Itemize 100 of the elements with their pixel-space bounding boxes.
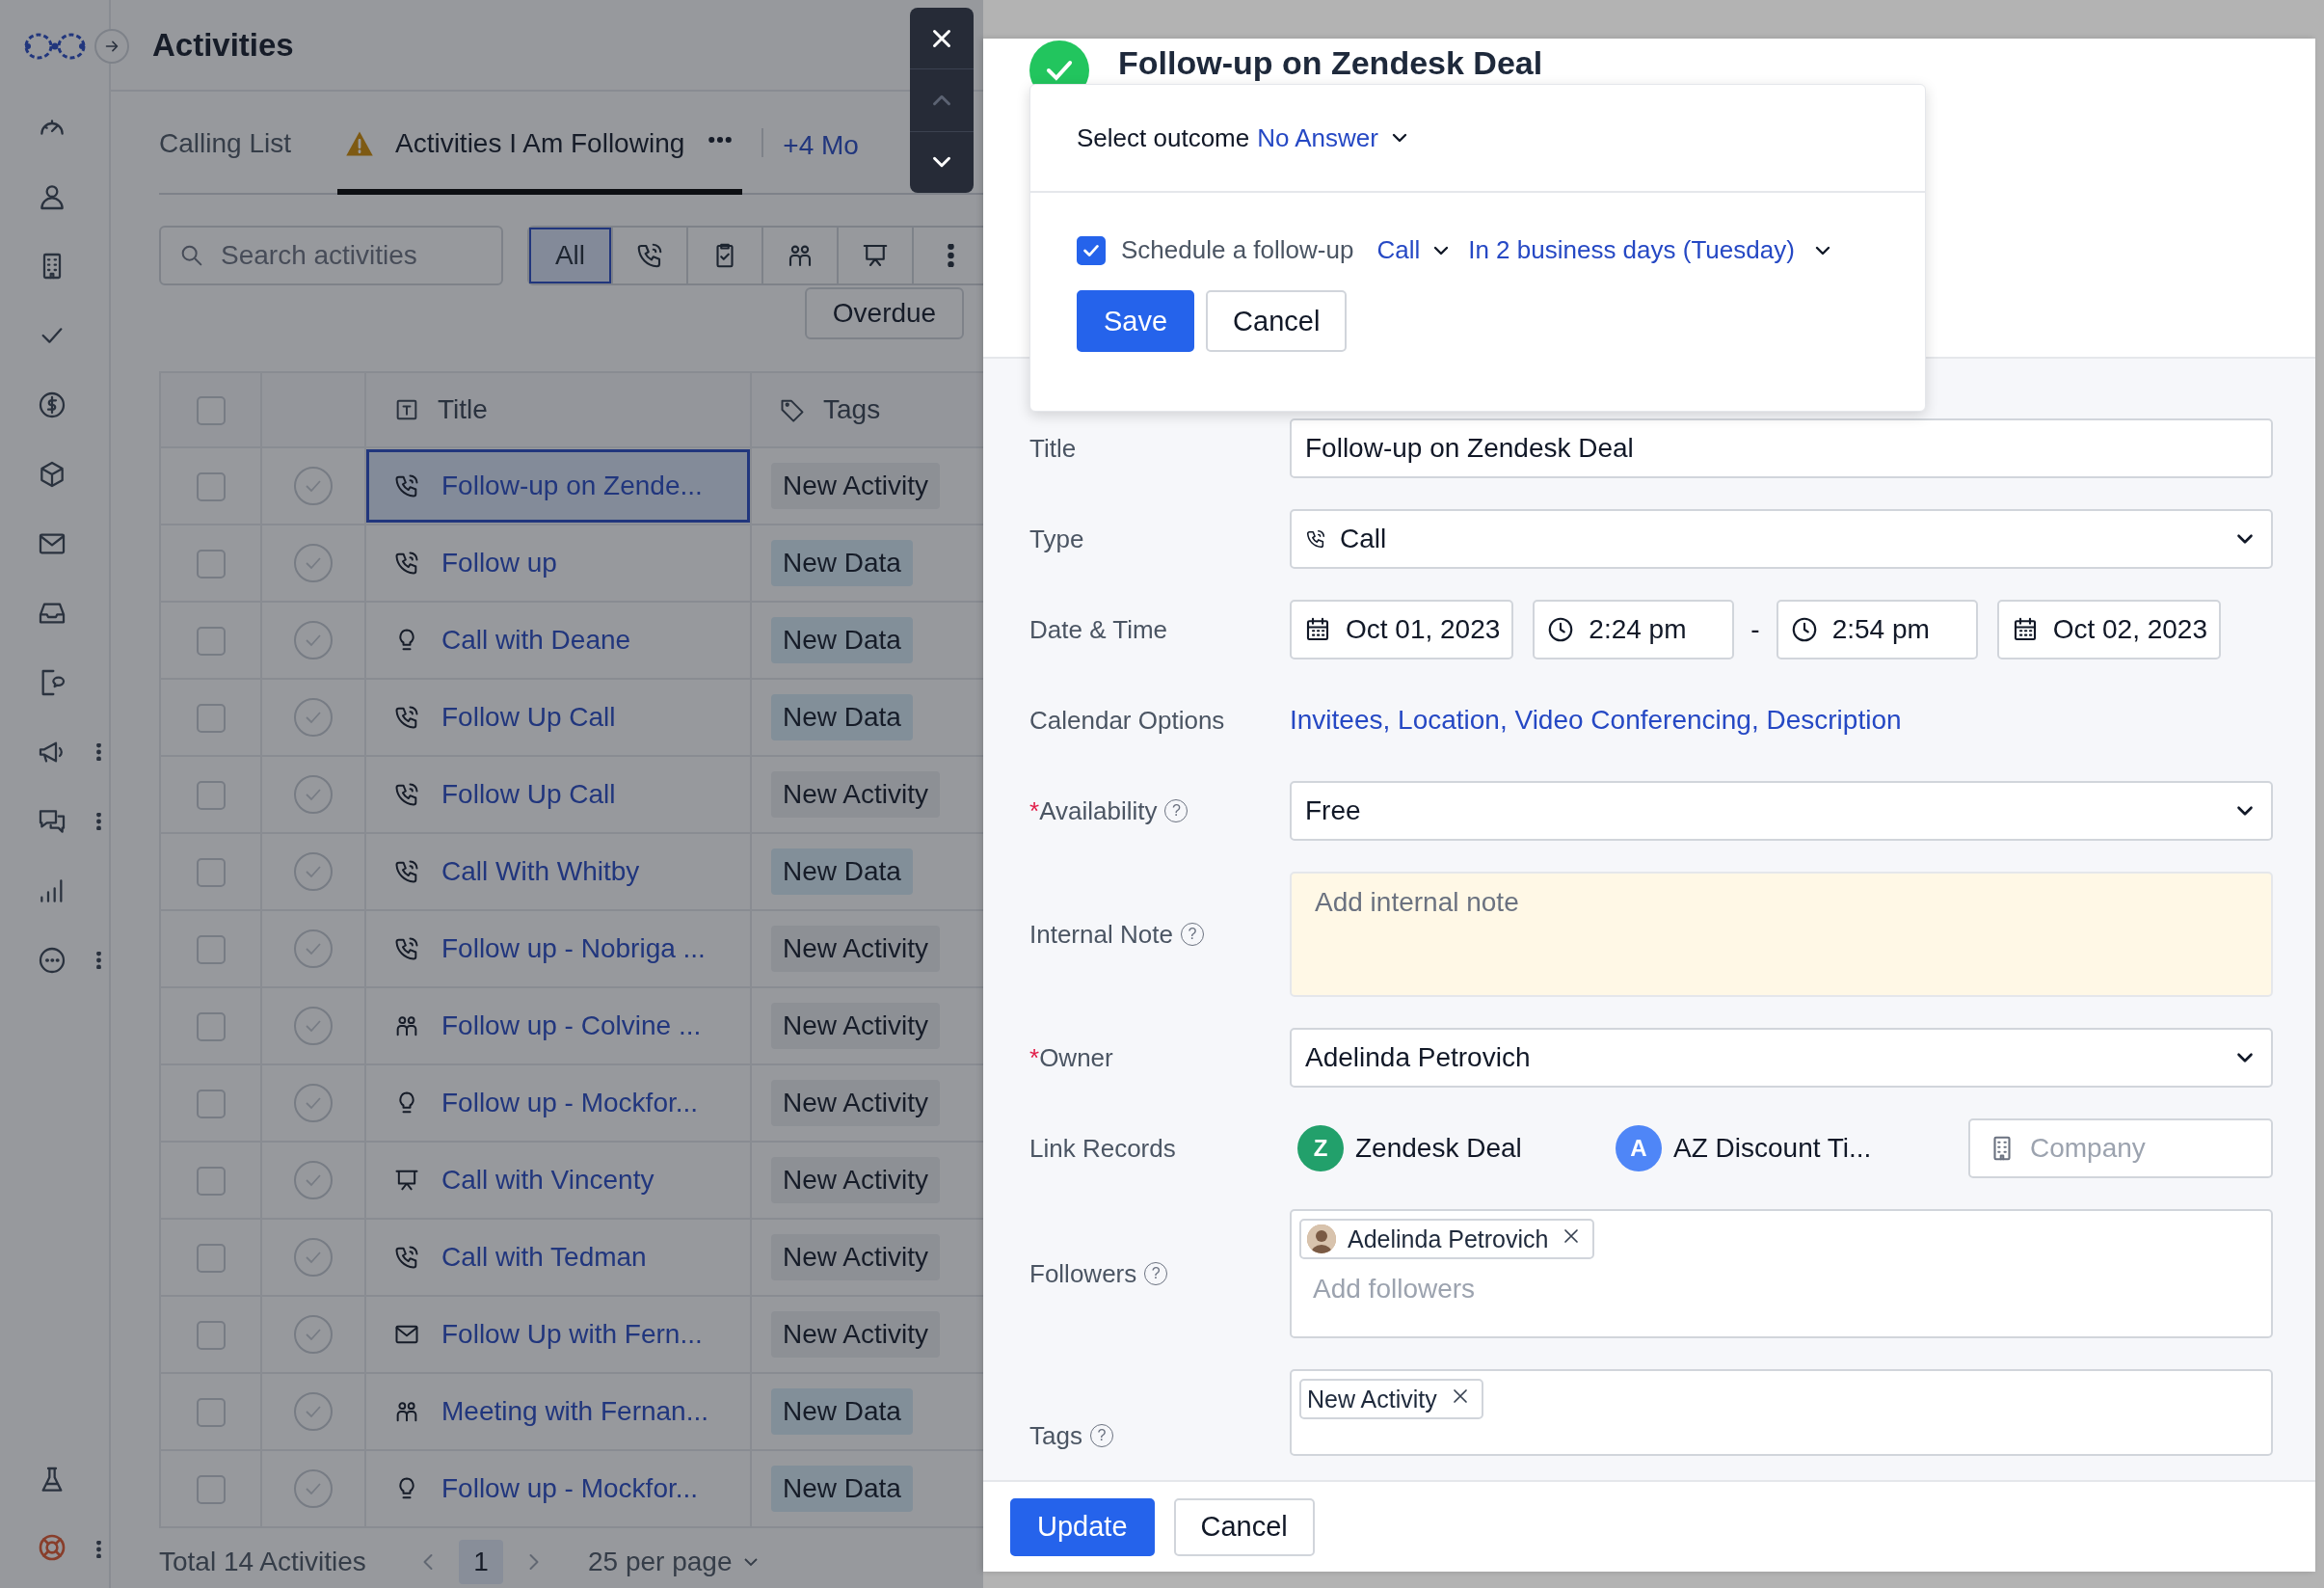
select-field[interactable]: Free [1290,781,2273,841]
complete-toggle[interactable] [294,1007,333,1045]
lifebuoy-icon[interactable] [37,1532,67,1563]
select-field[interactable]: Call [1290,509,2273,569]
tag: New Data [771,848,913,895]
tag-chip[interactable]: New Activity [1299,1379,1483,1419]
follow-up-type-select[interactable]: Call [1376,235,1454,265]
complete-toggle[interactable] [294,1238,333,1277]
overdue-button[interactable]: Overdue [805,287,964,339]
checkbox[interactable] [196,1012,226,1042]
complete-toggle[interactable] [294,852,333,891]
complete-toggle[interactable] [294,467,333,505]
complete-toggle[interactable] [294,1161,333,1199]
tag: New Activity [771,1157,940,1203]
complete-toggle[interactable] [294,1084,333,1122]
checkbox[interactable] [196,1321,226,1351]
title-cell[interactable]: Call with Vincenty [366,1144,750,1217]
save-button[interactable]: Save [1077,290,1195,352]
tag: New Activity [771,1003,940,1049]
kebab-icon[interactable] [96,952,101,969]
company-field[interactable]: Company [1968,1118,2273,1178]
tags-field[interactable]: New Activity [1290,1369,2273,1456]
record-link[interactable]: Zendesk Deal [1355,1133,1522,1164]
title-cell[interactable]: Call with Tedman [366,1221,750,1294]
page-size-select[interactable]: 25 per page [588,1547,763,1577]
title-cell[interactable]: Follow up [366,526,750,600]
select-field[interactable]: Adelinda Petrovich [1290,1028,2273,1088]
note-field[interactable]: Add internal note [1290,872,2273,997]
title-cell[interactable]: Follow Up with Fern... [366,1298,750,1371]
followers-field[interactable]: Adelinda Petrovich Add followers [1290,1209,2273,1338]
title-cell[interactable]: Call With Whitby [366,835,750,908]
complete-toggle[interactable] [294,698,333,737]
update-button[interactable]: Update [1010,1497,1155,1556]
add-followers-input[interactable]: Add followers [1299,1273,2263,1305]
checkbox[interactable] [196,704,226,734]
search-field[interactable]: Search activities [159,226,503,285]
complete-toggle[interactable] [294,1315,333,1354]
cancel-button[interactable]: Cancel [1206,290,1348,352]
checkbox[interactable] [196,1090,226,1119]
phone-icon [393,472,420,499]
title-cell[interactable]: Follow-up on Zende... [366,449,750,523]
tab[interactable]: Activities I Am Following [336,92,743,195]
column-header[interactable]: Tags [823,394,881,425]
record-link[interactable]: AZ Discount Ti... [1673,1133,1872,1164]
title-cell[interactable]: Follow up - Mockfor... [366,1452,750,1525]
checkbox[interactable] [196,1475,226,1505]
dollar-icon[interactable] [37,390,67,420]
title-cell[interactable]: Follow Up Call [366,758,750,831]
expand-button[interactable] [94,29,129,64]
date-field[interactable]: Oct 02, 2023 [1996,600,2221,659]
complete-toggle[interactable] [294,621,333,659]
checkbox[interactable] [196,472,226,502]
checkbox[interactable] [1077,235,1106,265]
title-cell[interactable]: Follow Up Call [366,681,750,754]
title-cell[interactable]: Meeting with Fernan... [366,1375,750,1448]
ellipsis-icon[interactable] [37,945,67,976]
field-label: Followers [1029,1258,1137,1289]
kebab-icon[interactable] [96,813,101,830]
column-header[interactable]: Title [438,394,488,425]
checkbox[interactable] [196,1167,226,1197]
cancel-button[interactable]: Cancel [1173,1497,1315,1556]
date-field[interactable]: Oct 01, 2023 [1290,600,1514,659]
follower-chip[interactable]: Adelinda Petrovich [1299,1219,1595,1259]
filter-button[interactable]: All [529,228,611,283]
title-cell[interactable]: Follow up - Colvine ... [366,989,750,1063]
tag: New Data [771,1466,913,1512]
kebab-icon[interactable] [96,743,101,761]
checkbox[interactable] [196,781,226,811]
outcome-select[interactable]: No Answer [1257,122,1411,153]
page-button[interactable]: 1 [459,1540,503,1584]
title-cell[interactable]: Follow up - Nobriga ... [366,912,750,985]
title-cell[interactable]: Follow up - Mockfor... [366,1066,750,1140]
field-label: Availability [1039,795,1158,826]
complete-toggle[interactable] [294,1392,333,1431]
checkbox[interactable] [196,396,226,426]
time-field[interactable]: 2:24 pm [1533,600,1735,659]
title-cell[interactable]: Call with Deane [366,604,750,677]
tab[interactable]: Calling List [159,92,299,195]
time-field[interactable]: 2:54 pm [1776,600,1978,659]
checkbox[interactable] [196,858,226,888]
complete-toggle[interactable] [294,1469,333,1508]
more-tabs-link[interactable]: +4 Mo [783,123,859,161]
kebab-icon[interactable] [96,1541,101,1558]
calendar-options-link[interactable]: Invitees, Location, Video Conferencing, Description [1290,705,1902,736]
checkbox[interactable] [196,1244,226,1274]
checkbox[interactable] [196,550,226,579]
phone-icon [1305,528,1326,550]
complete-toggle[interactable] [294,544,333,582]
complete-toggle[interactable] [294,929,333,968]
checkbox[interactable] [196,627,226,657]
checkbox[interactable] [196,935,226,965]
tag: New Data [771,540,913,586]
logo-icon[interactable] [23,31,87,62]
title-field[interactable]: Follow-up on Zendesk Deal [1290,418,2273,478]
kebab-icon [947,244,954,267]
follow-up-date-select[interactable]: In 2 business days (Tuesday) [1468,235,1835,265]
tag: New Activity [771,1311,940,1358]
checkbox[interactable] [196,1398,226,1428]
complete-toggle[interactable] [294,775,333,814]
total-count: Total 14 Activities [159,1547,367,1577]
